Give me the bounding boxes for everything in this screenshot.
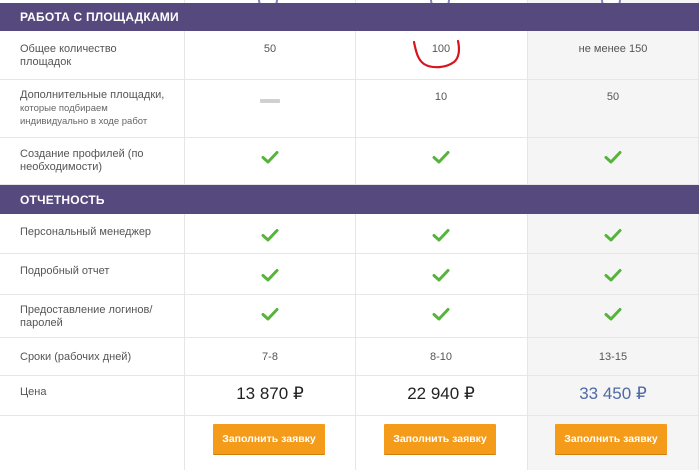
- cell-basic: [184, 268, 356, 285]
- cell-standard: [355, 228, 527, 245]
- row-label: Дополнительные площадки, которые подбира…: [20, 89, 170, 128]
- section-header-reporting: ОТЧЕТНОСТЬ: [0, 185, 699, 214]
- cell-premium: не менее 150: [578, 43, 648, 55]
- price-premium: 33 450 ₽: [579, 384, 647, 403]
- cell-premium: 13-15: [598, 351, 628, 363]
- cell-basic: 50: [263, 43, 277, 55]
- apply-button-premium[interactable]: Заполнить заявку: [555, 424, 667, 454]
- table-row-manager: Персональный менеджер: [0, 214, 699, 254]
- cell-premium: [527, 268, 699, 285]
- row-label: Сроки (рабочих дней): [20, 351, 132, 363]
- check-icon: [261, 308, 279, 321]
- red-annotation-scribble: [412, 39, 461, 69]
- check-icon: [604, 308, 622, 321]
- cell-premium: [527, 228, 699, 245]
- pricing-comparison-table: РАБОТА С ПЛОЩАДКАМИ Общее количество пло…: [0, 0, 700, 470]
- check-icon: [261, 151, 279, 164]
- check-icon: [604, 269, 622, 282]
- check-icon: [432, 269, 450, 282]
- section-title: ОТЧЕТНОСТЬ: [20, 192, 105, 207]
- cell-basic: [184, 94, 356, 106]
- price-basic: 13 870 ₽: [236, 384, 304, 403]
- table-row-terms: Сроки (рабочих дней) 7-8 8-10 13-15: [0, 338, 699, 376]
- cell-premium: [527, 307, 699, 324]
- check-icon: [604, 229, 622, 242]
- row-label: Создание профилей (по необходимости): [20, 148, 144, 173]
- table-row-profiles: Создание профилей (по необходимости): [0, 138, 699, 185]
- row-label-sub: которые подбираем индивидуально в ходе р…: [20, 103, 148, 127]
- check-icon: [604, 151, 622, 164]
- check-icon: [432, 308, 450, 321]
- cell-premium: [527, 150, 699, 167]
- dash-icon: [260, 99, 280, 103]
- row-label: Общее количество площадок: [20, 43, 117, 68]
- table-row-report: Подробный отчет: [0, 254, 699, 295]
- check-icon: [261, 269, 279, 282]
- table-row-price: Цена 13 870 ₽ 22 940 ₽ 33 450 ₽: [0, 376, 699, 416]
- check-icon: [261, 229, 279, 242]
- cell-standard: [355, 268, 527, 285]
- check-icon: [432, 151, 450, 164]
- cell-basic: 7-8: [262, 351, 278, 363]
- price-standard: 22 940 ₽: [407, 384, 475, 403]
- apply-button-basic[interactable]: Заполнить заявку: [213, 424, 325, 454]
- section-title: РАБОТА С ПЛОЩАДКАМИ: [20, 10, 179, 24]
- cell-basic: [184, 228, 356, 245]
- row-label-main: Дополнительные площадки,: [20, 89, 165, 101]
- table-row-sites-total: Общее количество площадок 50 100 не мене…: [0, 31, 699, 80]
- table-row-extra-sites: Дополнительные площадки, которые подбира…: [0, 80, 699, 138]
- row-label: Подробный отчет: [20, 265, 110, 277]
- cell-standard: 10: [434, 91, 448, 103]
- cell-standard: 8-10: [429, 351, 453, 363]
- section-header-sites: РАБОТА С ПЛОЩАДКАМИ: [0, 3, 699, 31]
- apply-button-standard[interactable]: Заполнить заявку: [384, 424, 496, 454]
- cell-basic: [184, 150, 356, 167]
- table-row-logins: Предоставление логинов/ паролей: [0, 295, 699, 338]
- row-label: Предоставление логинов/ паролей: [20, 304, 153, 329]
- row-label: Персональный менеджер: [20, 226, 152, 238]
- cell-premium: 50: [606, 91, 620, 103]
- row-label: Цена: [20, 386, 47, 398]
- cell-standard: [355, 307, 527, 324]
- check-icon: [432, 229, 450, 242]
- cell-basic: [184, 307, 356, 324]
- cell-standard: [355, 150, 527, 167]
